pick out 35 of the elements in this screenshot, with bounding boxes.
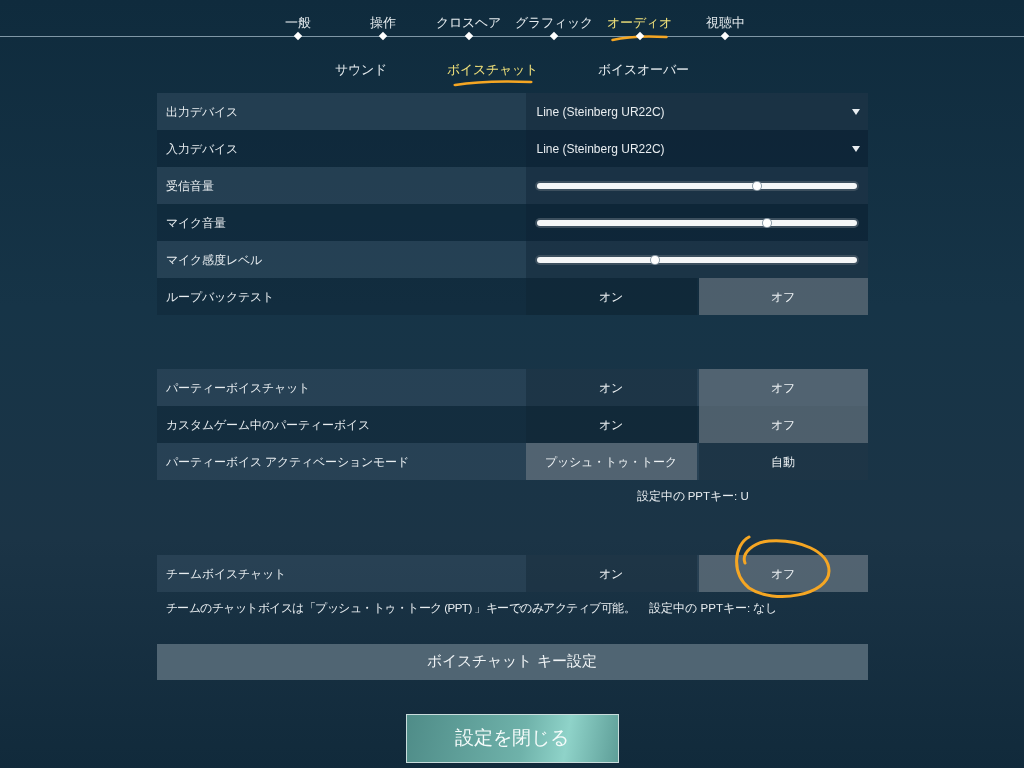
toggle-option[interactable]: 自動 [698, 443, 868, 480]
main-tab[interactable]: オーディオ [607, 13, 673, 33]
sub-tab[interactable]: サウンド [335, 60, 387, 80]
device-dropdown[interactable]: Line (Steinberg UR22C) [525, 93, 868, 130]
toggle-option[interactable]: オフ [698, 369, 868, 406]
main-tab[interactable]: クロスヘア [436, 13, 502, 33]
main-tab[interactable]: 一般 [285, 13, 311, 33]
setting-label: 出力デバイス [164, 103, 239, 121]
toggle-option[interactable]: オン [525, 406, 697, 443]
toggle-option[interactable]: オン [525, 278, 697, 315]
toggle-option[interactable]: プッシュ・トゥ・トーク [525, 443, 697, 480]
setting-label: パーティーボイス アクティベーションモード [164, 453, 410, 471]
team-voice-note: チームのチャットボイスは「プッシュ・トゥ・トーク (PPT) 」キーでのみアクティブ可能。 [165, 601, 636, 617]
toggle-option[interactable]: オフ [698, 278, 868, 315]
setting-label: パーティーボイスチャット [164, 379, 311, 397]
key-settings-button[interactable]: ボイスチャット キー設定 [156, 643, 868, 680]
toggle-option[interactable]: オン [525, 369, 697, 406]
main-tab[interactable]: グラフィック [515, 13, 594, 33]
sub-tab[interactable]: ボイスチャット [447, 60, 538, 80]
setting-label: マイク感度レベル [164, 251, 263, 269]
ppt-key-text: 設定中の PPTキー: U [636, 489, 749, 504]
main-tab[interactable]: 操作 [370, 13, 397, 33]
setting-label: カスタムゲーム中のパーティーボイス [164, 416, 371, 434]
main-tab[interactable]: 視聴中 [705, 13, 745, 33]
setting-label: ループバックテスト [164, 288, 275, 306]
ppt-key-text: 設定中の PPTキー: なし [649, 601, 778, 617]
setting-label: 入力デバイス [164, 140, 239, 158]
toggle-option[interactable]: オフ [698, 406, 868, 443]
toggle-option[interactable]: オン [525, 555, 697, 593]
device-dropdown[interactable]: Line (Steinberg UR22C) [525, 130, 868, 167]
sub-tab[interactable]: ボイスオーバー [598, 60, 689, 80]
setting-label: チームボイスチャット [164, 565, 287, 583]
toggle-option[interactable]: オフ [698, 555, 868, 593]
setting-label: 受信音量 [164, 177, 215, 195]
setting-label: マイク音量 [164, 214, 227, 232]
